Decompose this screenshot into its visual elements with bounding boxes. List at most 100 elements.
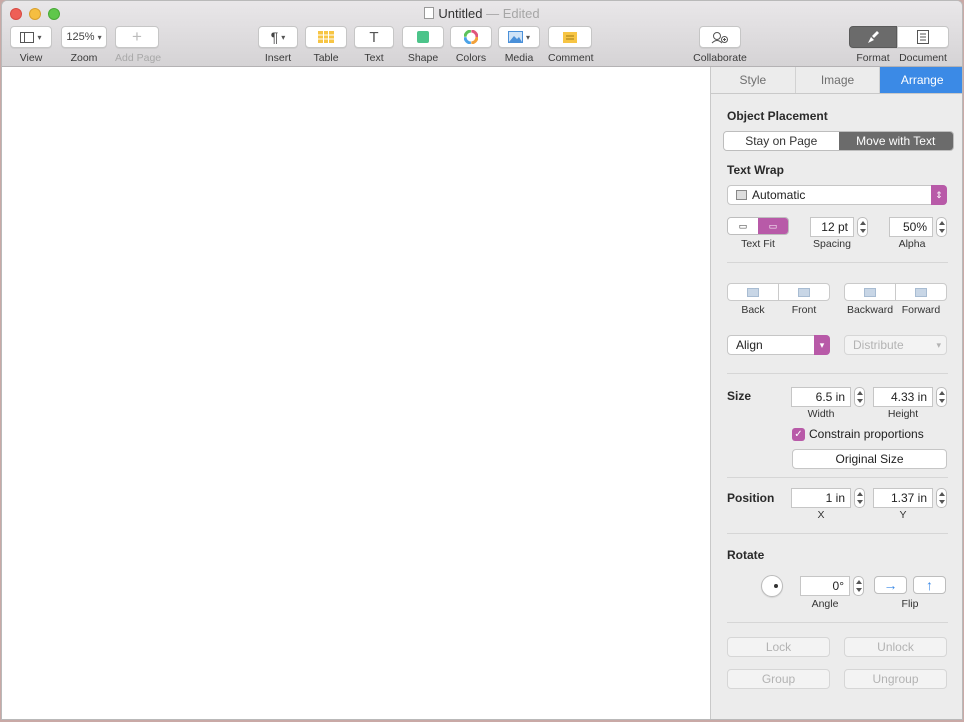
- add-page-button[interactable]: +: [115, 26, 159, 48]
- insert-tool[interactable]: ¶ ▾ Insert: [258, 26, 298, 64]
- format-label: Format: [856, 52, 890, 64]
- table-tool[interactable]: Table: [305, 26, 347, 64]
- plus-icon: +: [132, 27, 142, 46]
- original-size-button[interactable]: Original Size: [792, 449, 947, 469]
- constrain-proportions-checkbox[interactable]: ✓: [792, 428, 805, 441]
- lock-button[interactable]: Lock: [727, 637, 830, 657]
- zoom-label: Zoom: [70, 52, 98, 64]
- height-field[interactable]: 4.33 in: [873, 387, 933, 407]
- back-label: Back: [741, 304, 765, 316]
- arrow-up-icon: ↑: [926, 577, 933, 593]
- document-label: Document: [899, 52, 947, 64]
- collaborate-button[interactable]: [699, 26, 741, 48]
- rotation-dial[interactable]: [761, 575, 783, 597]
- collaborate-tool[interactable]: Collaborate: [692, 26, 748, 64]
- text-wrap-popup[interactable]: Automatic ⇕: [727, 185, 947, 205]
- size-heading: Size: [727, 389, 752, 403]
- rotate-heading: Rotate: [727, 548, 765, 562]
- angle-stepper[interactable]: [853, 576, 864, 596]
- position-x-stepper[interactable]: [854, 488, 865, 508]
- stay-on-page-option[interactable]: Stay on Page: [724, 132, 839, 150]
- media-button[interactable]: ▾: [498, 26, 540, 48]
- position-y-stepper[interactable]: [936, 488, 947, 508]
- text-tool[interactable]: T Text: [354, 26, 394, 64]
- paintbrush-icon: [868, 31, 879, 43]
- shape-button[interactable]: [402, 26, 444, 48]
- position-x-label: X: [817, 509, 825, 521]
- wrap-shape-icon: ▭: [768, 221, 778, 231]
- divider: [727, 477, 948, 478]
- zoom-tool[interactable]: 125% ▾ Zoom: [61, 26, 107, 64]
- bring-forward-icon: [915, 287, 927, 297]
- pages-window: Untitled — Edited ▾ View 125% ▾ Zoom + Ad…: [1, 0, 963, 720]
- text-wrap-value: Automatic: [752, 188, 806, 202]
- alpha-stepper[interactable]: [936, 217, 947, 237]
- chevron-down-icon: ▾: [814, 335, 830, 355]
- colors-button[interactable]: [450, 26, 492, 48]
- spacing-stepper[interactable]: [857, 217, 868, 237]
- move-with-text-option[interactable]: Move with Text: [838, 132, 953, 150]
- comment-label: Comment: [548, 52, 594, 64]
- arrow-right-icon: →: [883, 577, 898, 593]
- tab-image[interactable]: Image: [795, 67, 881, 93]
- forward-button[interactable]: [895, 283, 947, 301]
- view-tool[interactable]: ▾ View: [10, 26, 52, 64]
- object-placement-control: Stay on Page Move with Text: [723, 131, 954, 151]
- ungroup-button[interactable]: Ungroup: [844, 669, 947, 689]
- comment-tool[interactable]: Comment: [548, 26, 594, 64]
- media-tool[interactable]: ▾ Media: [498, 26, 540, 64]
- text-fit-label: Text Fit: [741, 238, 775, 250]
- format-tool[interactable]: Format: [849, 26, 897, 64]
- position-x-field[interactable]: 1 in: [791, 488, 851, 508]
- document-tool[interactable]: Document: [897, 26, 949, 64]
- unlock-button[interactable]: Unlock: [844, 637, 947, 657]
- collaborate-label: Collaborate: [693, 52, 747, 64]
- document-name: Untitled: [438, 6, 483, 21]
- group-button[interactable]: Group: [727, 669, 830, 689]
- shape-tool[interactable]: Shape: [402, 26, 444, 64]
- comment-button[interactable]: [548, 26, 592, 48]
- format-inspector: Style Image Arrange Object Placement Sta…: [711, 67, 962, 719]
- pilcrow-icon: ¶: [270, 29, 279, 45]
- shape-label: Shape: [407, 52, 439, 64]
- add-page-label: Add Page: [115, 52, 162, 64]
- text-fit-bounds-option[interactable]: ▭: [728, 218, 758, 234]
- text-wrap-heading: Text Wrap: [727, 163, 784, 177]
- divider: [727, 622, 948, 623]
- alpha-field[interactable]: 50%: [889, 217, 933, 237]
- zoom-popup[interactable]: 125% ▾: [61, 26, 107, 48]
- width-stepper[interactable]: [854, 387, 865, 407]
- window-title: Untitled — Edited: [2, 6, 962, 21]
- spacing-field[interactable]: 12 pt: [810, 217, 854, 237]
- colors-label: Colors: [455, 52, 487, 64]
- text-button[interactable]: T: [354, 26, 394, 48]
- distribute-popup[interactable]: Distribute ▾: [844, 335, 947, 355]
- alpha-label: Alpha: [898, 238, 926, 250]
- document-button[interactable]: [897, 26, 949, 48]
- height-stepper[interactable]: [936, 387, 947, 407]
- tab-arrange[interactable]: Arrange: [880, 67, 962, 93]
- angle-field[interactable]: 0°: [800, 576, 850, 596]
- position-y-field[interactable]: 1.37 in: [873, 488, 933, 508]
- insert-button[interactable]: ¶ ▾: [258, 26, 298, 48]
- spacing-label: Spacing: [813, 238, 851, 250]
- document-canvas[interactable]: [2, 67, 711, 719]
- table-label: Table: [313, 52, 339, 64]
- flip-vertical-button[interactable]: ↑: [913, 576, 946, 594]
- front-button[interactable]: [778, 283, 830, 301]
- tab-style[interactable]: Style: [711, 67, 796, 93]
- view-button[interactable]: ▾: [10, 26, 52, 48]
- colors-tool[interactable]: Colors: [450, 26, 492, 64]
- forward-label: Forward: [901, 304, 941, 316]
- back-button[interactable]: [727, 283, 779, 301]
- format-button[interactable]: [849, 26, 897, 48]
- table-button[interactable]: [305, 26, 347, 48]
- align-popup[interactable]: Align ▾: [727, 335, 830, 355]
- inspector-tabs: Style Image Arrange: [711, 67, 962, 94]
- text-t-icon: T: [369, 28, 379, 46]
- backward-button[interactable]: [844, 283, 896, 301]
- flip-horizontal-button[interactable]: →: [874, 576, 907, 594]
- width-field[interactable]: 6.5 in: [791, 387, 851, 407]
- add-page-tool[interactable]: + Add Page: [115, 26, 162, 64]
- text-fit-shape-option[interactable]: ▭: [758, 218, 788, 234]
